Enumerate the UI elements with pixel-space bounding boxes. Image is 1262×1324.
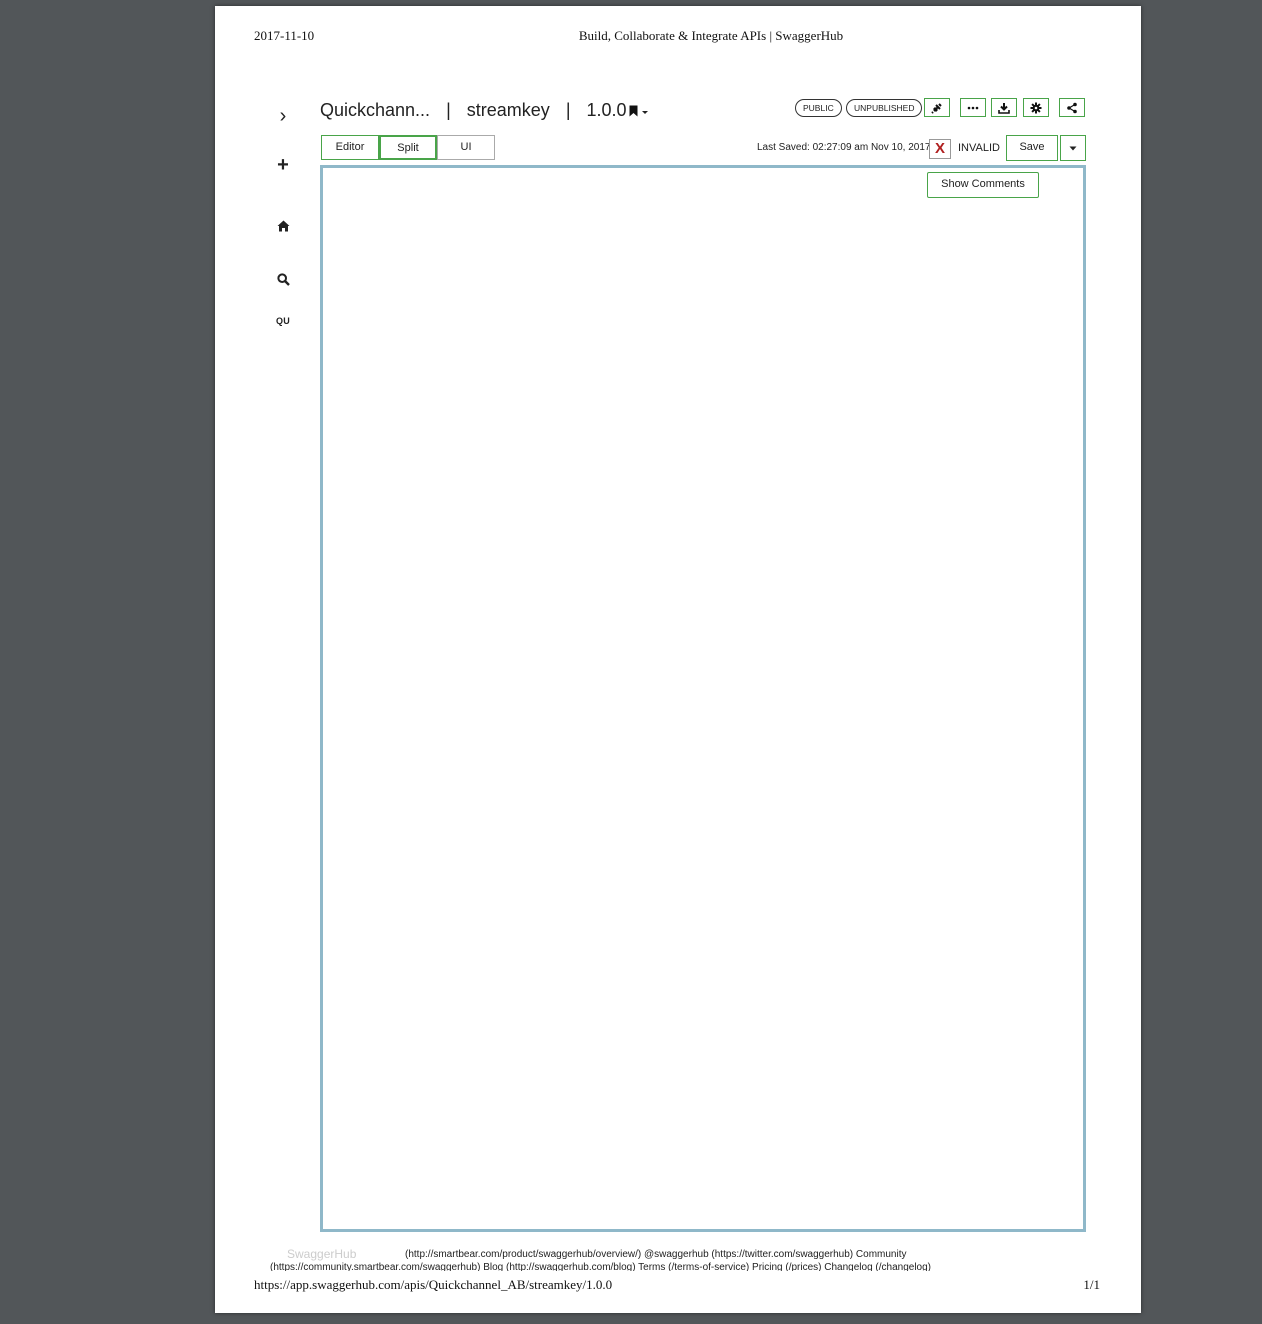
- tab-split[interactable]: Split: [379, 135, 437, 160]
- export-button[interactable]: [991, 98, 1017, 117]
- more-icon: [967, 106, 979, 109]
- caret-down-icon: [1069, 146, 1077, 150]
- download-icon: [998, 102, 1010, 114]
- editor-split-panel[interactable]: Show Comments: [320, 165, 1086, 1232]
- show-comments-button[interactable]: Show Comments: [927, 172, 1039, 198]
- footer-logo-text: SwaggerHub: [287, 1247, 357, 1261]
- version-selector[interactable]: 1.0.0: [587, 100, 649, 121]
- print-url: https://app.swaggerhub.com/apis/Quickcha…: [254, 1277, 613, 1292]
- caret-down-icon: [641, 110, 648, 114]
- save-button[interactable]: Save: [1006, 135, 1058, 161]
- api-breadcrumb: Quickchann... | streamkey | 1.0.0: [320, 100, 649, 121]
- expand-sidebar-chevron-icon[interactable]: ›: [270, 105, 296, 128]
- breadcrumb-separator: |: [446, 100, 451, 120]
- user-avatar[interactable]: QU: [270, 316, 296, 326]
- footer-links-line-2[interactable]: (https://community.smartbear.com/swagger…: [270, 1262, 931, 1271]
- save-options-dropdown[interactable]: [1060, 135, 1086, 161]
- print-page-count: 1/1: [1083, 1277, 1100, 1292]
- unpublished-badge[interactable]: UNPUBLISHED: [846, 99, 923, 117]
- integrations-button[interactable]: [924, 98, 950, 117]
- tab-editor[interactable]: Editor: [321, 135, 379, 160]
- share-button[interactable]: [1059, 98, 1085, 117]
- create-new-plus-icon[interactable]: +: [270, 154, 296, 177]
- plug-icon: [931, 102, 942, 114]
- api-name[interactable]: streamkey: [467, 100, 550, 120]
- gear-icon: [1030, 102, 1042, 113]
- tab-ui[interactable]: UI: [437, 135, 495, 160]
- print-page: 2017-11-10 Build, Collaborate & Integrat…: [215, 6, 1141, 1313]
- last-saved-timestamp: Last Saved: 02:27:09 am Nov 10, 2017: [757, 142, 931, 153]
- settings-button[interactable]: [1023, 98, 1049, 117]
- home-icon[interactable]: [270, 219, 296, 237]
- search-icon[interactable]: [270, 273, 296, 291]
- public-badge[interactable]: PUBLIC: [795, 99, 842, 117]
- share-icon: [1067, 102, 1077, 113]
- footer-links-line-1[interactable]: (http://smartbear.com/product/swaggerhub…: [405, 1249, 906, 1260]
- validation-status-label: INVALID: [958, 142, 1000, 154]
- site-footer: SwaggerHub (http://smartbear.com/product…: [215, 1243, 1141, 1271]
- invalid-status-icon[interactable]: X: [929, 139, 951, 159]
- more-options-button[interactable]: [960, 98, 986, 117]
- bookmark-icon: [629, 105, 638, 116]
- api-owner-link[interactable]: Quickchann...: [320, 100, 430, 120]
- breadcrumb-separator: |: [565, 100, 571, 120]
- print-title: Build, Collaborate & Integrate APIs | Sw…: [578, 28, 844, 43]
- api-version: 1.0.0: [586, 100, 627, 120]
